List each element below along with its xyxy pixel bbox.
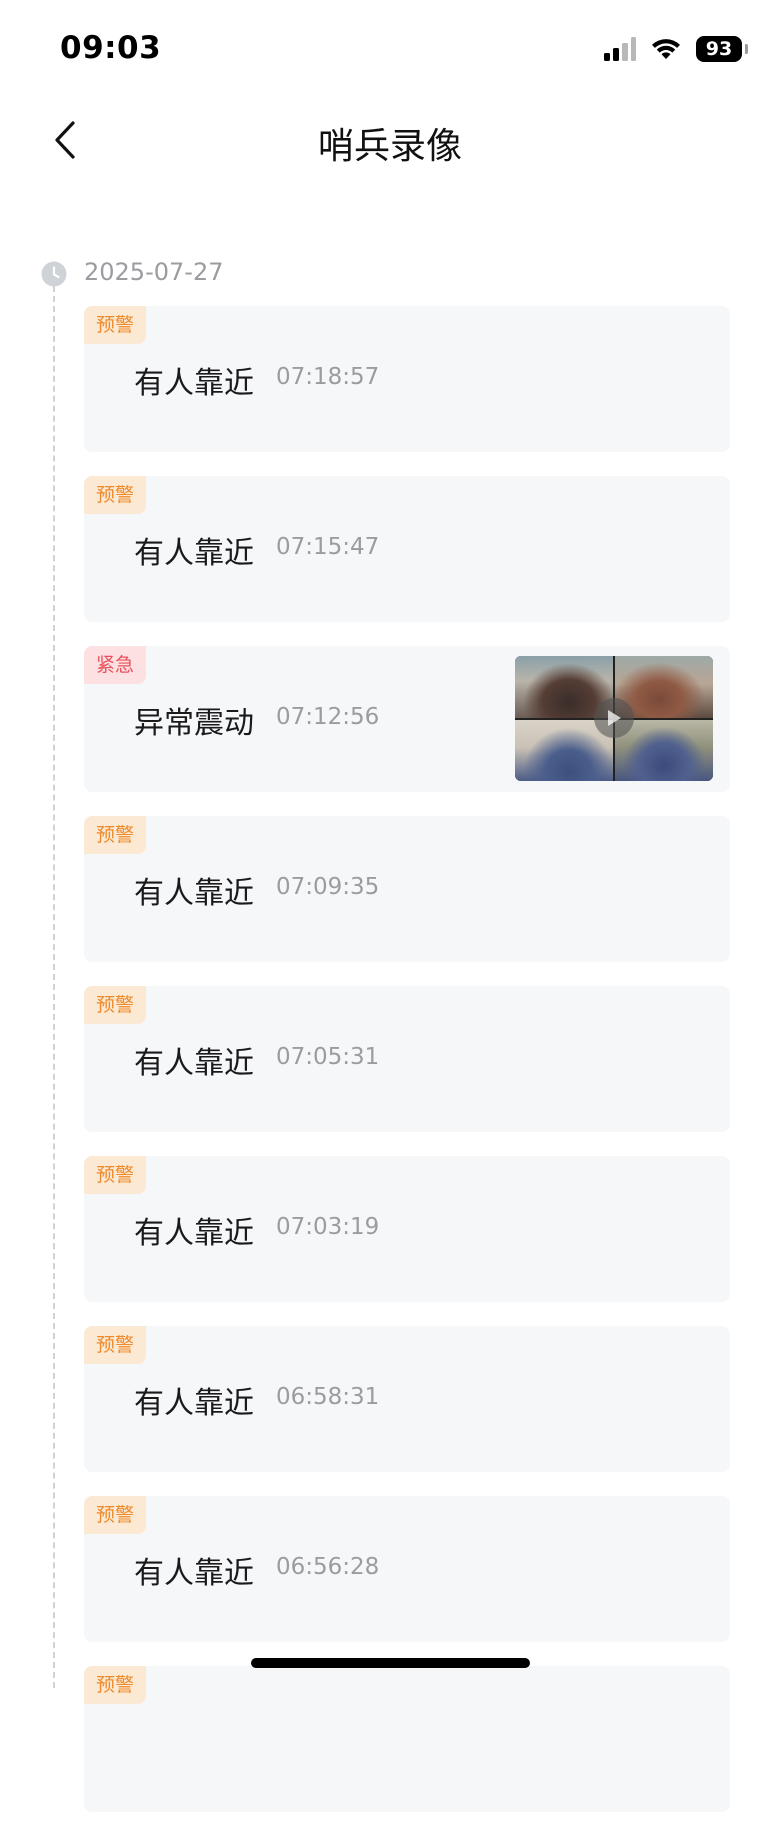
record-card[interactable]: 紧急 异常震动 07:12:56 [84, 646, 730, 792]
status-bar: 09:03 93 [0, 0, 780, 100]
event-time: 07:09:35 [276, 874, 380, 900]
event-title: 有人靠近 [134, 366, 254, 401]
timeline-line [53, 286, 55, 1688]
event-title: 异常震动 [134, 706, 254, 741]
record-list: 预警 有人靠近 07:18:57 预警 有人靠近 07:15:47 紧急 异常震… [84, 306, 730, 1836]
wifi-icon [652, 39, 680, 59]
battery-level: 93 [705, 38, 733, 60]
signal-icon [604, 37, 636, 61]
event-title: 有人靠近 [134, 1216, 254, 1251]
record-card[interactable]: 预警 有人靠近 07:09:35 [84, 816, 730, 962]
warning-tag: 预警 [84, 476, 147, 514]
event-title: 有人靠近 [134, 1556, 254, 1591]
event-time: 06:56:28 [276, 1554, 380, 1580]
video-thumbnail[interactable] [515, 656, 713, 781]
warning-tag: 预警 [84, 816, 147, 854]
event-time: 07:15:47 [276, 534, 380, 560]
nav-bar: 哨兵录像 [0, 100, 780, 180]
event-time: 07:18:57 [276, 364, 380, 390]
event-title: 有人靠近 [134, 1386, 254, 1421]
date-label: 2025-07-27 [84, 258, 224, 286]
event-title: 有人靠近 [134, 876, 254, 911]
record-card[interactable]: 预警 有人靠近 07:18:57 [84, 306, 730, 452]
battery-icon: 93 [696, 36, 748, 62]
clock-icon [41, 261, 67, 287]
status-time: 09:03 [60, 30, 162, 66]
warning-tag: 预警 [84, 1496, 147, 1534]
record-card[interactable]: 预警 有人靠近 07:05:31 [84, 986, 730, 1132]
record-card[interactable]: 预警 有人靠近 07:03:19 [84, 1156, 730, 1302]
event-time: 07:03:19 [276, 1214, 380, 1240]
play-icon[interactable] [594, 698, 634, 738]
status-icons: 93 [604, 34, 748, 64]
warning-tag: 预警 [84, 1666, 147, 1704]
warning-tag: 预警 [84, 1326, 147, 1364]
page-title: 哨兵录像 [317, 126, 462, 167]
event-time: 06:58:31 [276, 1384, 380, 1410]
warning-tag: 预警 [84, 986, 147, 1024]
event-title: 有人靠近 [134, 536, 254, 571]
warning-tag: 预警 [84, 306, 147, 344]
urgent-tag: 紧急 [84, 646, 147, 684]
record-card[interactable]: 预警 有人靠近 06:58:31 [84, 1326, 730, 1472]
record-card[interactable]: 预警 有人靠近 06:56:28 [84, 1496, 730, 1642]
event-title: 有人靠近 [134, 1046, 254, 1081]
record-card[interactable]: 预警 有人靠近 07:15:47 [84, 476, 730, 622]
event-time: 07:12:56 [276, 704, 380, 730]
event-time: 07:05:31 [276, 1044, 380, 1070]
home-indicator [251, 1658, 530, 1668]
warning-tag: 预警 [84, 1156, 147, 1194]
